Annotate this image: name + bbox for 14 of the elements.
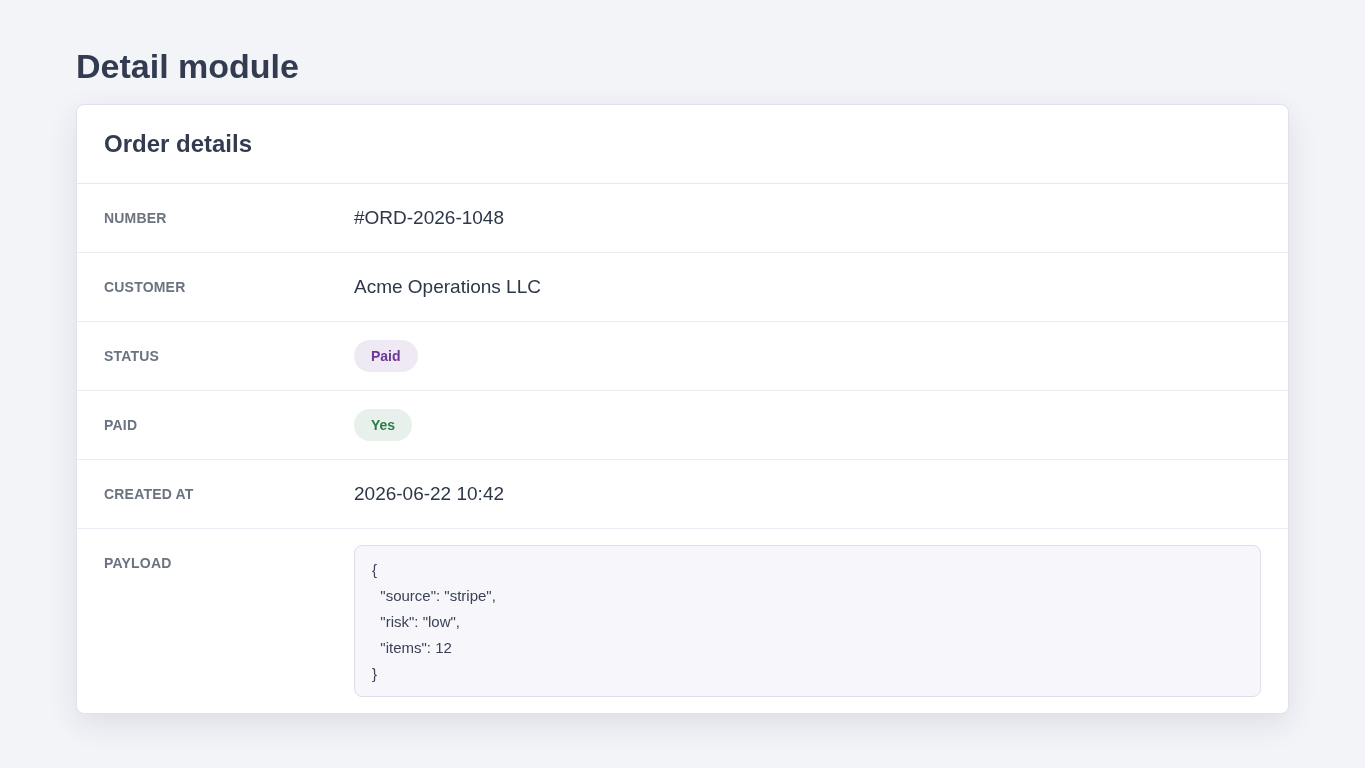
field-label: NUMBER bbox=[104, 209, 167, 228]
field-label: PAID bbox=[104, 416, 138, 435]
field-label: CUSTOMER bbox=[104, 278, 186, 297]
status-badge: Paid bbox=[354, 340, 418, 372]
field-label: PAYLOAD bbox=[104, 554, 172, 573]
payload-code-block: { "source": "stripe", "risk": "low", "items": 12 } bbox=[354, 545, 1261, 697]
field-label: STATUS bbox=[104, 347, 160, 366]
status-badge: Yes bbox=[354, 409, 413, 441]
page-title: Detail module bbox=[76, 46, 299, 86]
field-label: CREATED AT bbox=[104, 485, 194, 504]
field-value: Acme Operations LLC bbox=[354, 275, 541, 299]
card-title: Order details bbox=[104, 129, 253, 159]
field-value: #ORD-2026-1048 bbox=[354, 206, 504, 230]
field-value: 2026-06-22 10:42 bbox=[354, 482, 504, 506]
